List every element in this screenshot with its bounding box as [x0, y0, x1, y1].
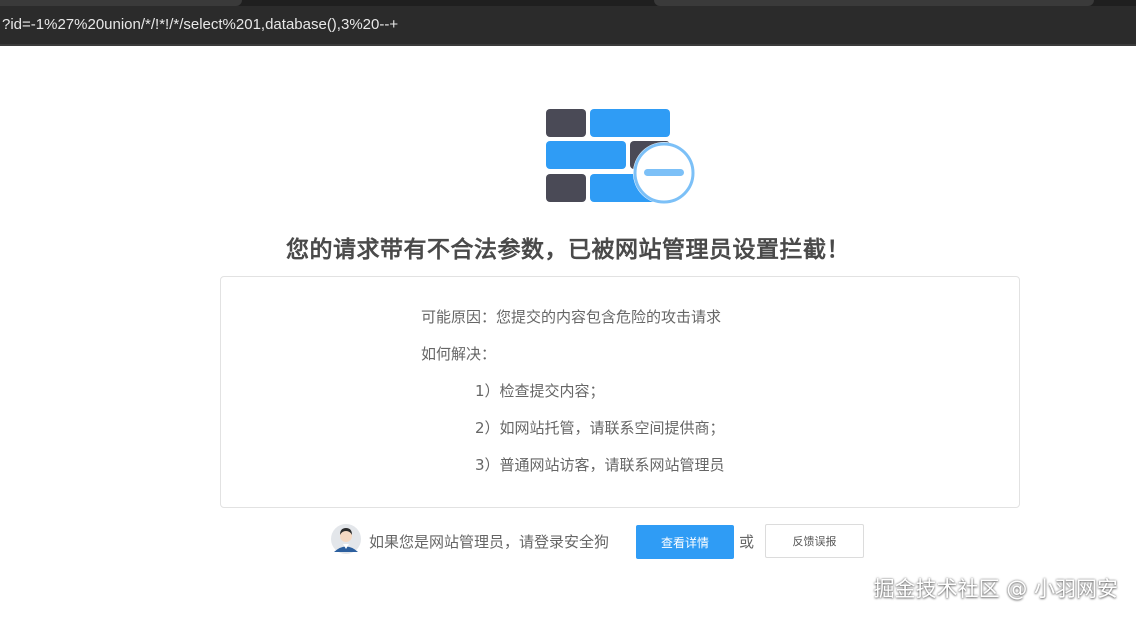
- reason-text: 可能原因：您提交的内容包含危险的攻击请求: [421, 308, 722, 326]
- admin-login-prompt: 如果您是网站管理员，请登录安全狗: [369, 533, 610, 551]
- view-details-button[interactable]: 查看详情: [636, 525, 734, 559]
- solution-item: 1）检查提交内容；: [475, 382, 605, 400]
- admin-avatar-icon: [331, 524, 361, 554]
- how-to-solve-label: 如何解决：: [421, 345, 497, 363]
- solution-item: 2）如网站托管，请联系空间提供商；: [475, 419, 725, 437]
- or-text: 或: [739, 533, 755, 551]
- address-bar[interactable]: ?id=-1%27%20union/*/!*!/*/select%201,dat…: [0, 6, 1136, 46]
- watermark: 掘金技术社区 @ 小羽网安: [873, 577, 1118, 601]
- admin-footer: 如果您是网站管理员，请登录安全狗 查看详情 或 反馈误报: [0, 522, 1136, 562]
- firewall-block-icon: [546, 109, 695, 204]
- report-false-positive-button[interactable]: 反馈误报: [765, 524, 864, 558]
- info-panel: 可能原因：您提交的内容包含危险的攻击请求 如何解决： 1）检查提交内容； 2）如…: [220, 276, 1020, 508]
- block-headline: 您的请求带有不合法参数，已被网站管理员设置拦截！: [286, 237, 850, 263]
- solution-item: 3）普通网站访客，请联系网站管理员: [475, 456, 725, 474]
- url-text[interactable]: ?id=-1%27%20union/*/!*!/*/select%201,dat…: [0, 16, 398, 33]
